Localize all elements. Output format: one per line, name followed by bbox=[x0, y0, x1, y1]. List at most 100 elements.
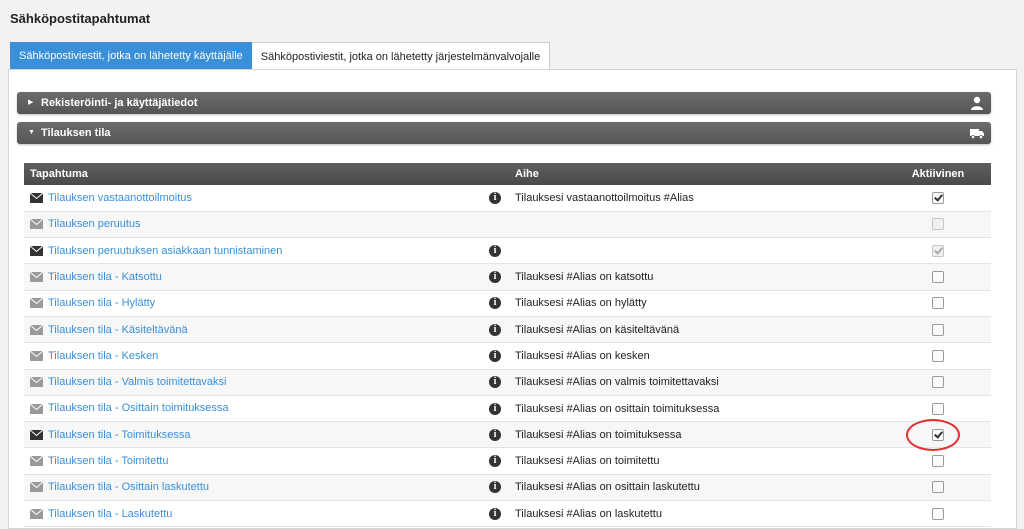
table-row: Tilauksen peruutus bbox=[24, 211, 991, 238]
active-checkbox[interactable] bbox=[932, 455, 944, 468]
header-event[interactable]: Tapahtuma bbox=[24, 163, 509, 185]
active-cell bbox=[885, 238, 991, 264]
table-row: Tilauksen vastaanottoilmoitus i Tilauksesi… bbox=[24, 185, 991, 212]
table-row: Tilauksen tila - Käsiteltävänä i Tilaukses… bbox=[24, 316, 991, 343]
envelope-icon bbox=[30, 482, 43, 493]
info-icon[interactable]: i bbox=[489, 428, 501, 441]
envelope-icon bbox=[30, 377, 43, 388]
subject-cell bbox=[509, 238, 885, 264]
info-icon[interactable]: i bbox=[489, 507, 501, 520]
caret-down-icon: ▼ bbox=[28, 129, 35, 136]
envelope-icon bbox=[30, 272, 43, 283]
active-cell bbox=[885, 474, 991, 500]
envelope-icon bbox=[30, 456, 43, 467]
info-icon[interactable]: i bbox=[489, 191, 501, 204]
subject-cell: Tilauksesi #Alias on käsiteltävänä bbox=[515, 323, 680, 336]
event-link[interactable]: Tilauksen tila - Toimituksessa bbox=[48, 429, 190, 441]
envelope-icon bbox=[30, 192, 43, 203]
event-cell: Tilauksen tila - Toimituksessa i bbox=[24, 422, 509, 448]
active-checkbox[interactable] bbox=[932, 191, 944, 204]
active-cell bbox=[885, 343, 991, 369]
active-checkbox[interactable] bbox=[932, 271, 944, 284]
event-link[interactable]: Tilauksen tila - Kesken bbox=[48, 350, 158, 362]
table-row: Tilauksen tila - Laskutettu i Tilauksesi #… bbox=[24, 501, 991, 527]
event-link[interactable]: Tilauksen peruutuksen asiakkaan tunnista… bbox=[48, 245, 282, 257]
envelope-icon bbox=[30, 429, 43, 440]
info-icon[interactable]: i bbox=[489, 455, 501, 468]
envelope-icon bbox=[30, 219, 43, 230]
event-link[interactable]: Tilauksen tila - Käsiteltävänä bbox=[48, 324, 188, 336]
table-row: Tilauksen tila - Katsottu i Tilauksesi #Al… bbox=[24, 263, 991, 291]
active-cell bbox=[885, 395, 991, 421]
active-checkbox[interactable] bbox=[932, 402, 944, 415]
active-checkbox bbox=[932, 218, 944, 231]
events-table: Tapahtuma Aihe Aktiivinen Tilauksen vast… bbox=[24, 163, 991, 527]
active-cell bbox=[885, 501, 991, 527]
event-cell: Tilauksen tila - Käsiteltävänä i bbox=[24, 316, 509, 342]
info-icon[interactable]: i bbox=[489, 244, 501, 257]
active-checkbox[interactable] bbox=[932, 297, 944, 310]
table-row: Tilauksen tila - Toimituksessa i Tilaukses… bbox=[24, 421, 991, 448]
tab-bar: Sähköpostiviestit, jotka on lähetetty kä… bbox=[10, 42, 551, 70]
user-icon bbox=[971, 96, 983, 110]
section-registration[interactable]: ▶ Rekisteröinti- ja käyttäjätiedot bbox=[17, 92, 991, 114]
subject-cell: Tilauksesi #Alias on katsottu bbox=[515, 271, 654, 284]
subject-cell: Tilauksesi #Alias on osittain laskutettu bbox=[515, 481, 700, 494]
section-label: Rekisteröinti- ja käyttäjätiedot bbox=[41, 97, 198, 109]
event-link[interactable]: Tilauksen tila - Hylätty bbox=[48, 297, 155, 309]
header-subject[interactable]: Aihe bbox=[509, 163, 885, 185]
event-link[interactable]: Tilauksen tila - Osittain laskutettu bbox=[48, 481, 209, 493]
header-active[interactable]: Aktiivinen bbox=[885, 163, 991, 185]
table-row: Tilauksen tila - Kesken i Tilauksesi #Alia… bbox=[24, 343, 991, 370]
event-link[interactable]: Tilauksen vastaanottoilmoitus bbox=[48, 192, 192, 204]
tab-admin-emails[interactable]: Sähköpostiviestit, jotka on lähetetty jä… bbox=[251, 42, 551, 70]
subject-cell: Tilauksesi #Alias on hylätty bbox=[515, 297, 647, 310]
active-checkbox[interactable] bbox=[932, 376, 944, 389]
active-cell bbox=[885, 211, 991, 237]
info-icon[interactable]: i bbox=[489, 376, 501, 389]
subject-cell: Tilauksesi vastaanottoilmoitus #Alias bbox=[515, 191, 694, 204]
active-cell bbox=[885, 369, 991, 395]
active-cell bbox=[885, 316, 991, 342]
active-checkbox[interactable] bbox=[932, 323, 944, 336]
event-link[interactable]: Tilauksen tila - Katsottu bbox=[48, 271, 162, 283]
event-cell: Tilauksen tila - Osittain laskutettu i bbox=[24, 474, 509, 500]
event-link[interactable]: Tilauksen peruutus bbox=[48, 218, 141, 230]
table-row: Tilauksen tila - Osittain toimituksessa i… bbox=[24, 395, 991, 422]
info-icon[interactable]: i bbox=[489, 271, 501, 284]
event-cell: Tilauksen tila - Laskutettu i bbox=[24, 501, 509, 527]
subject-cell: Tilauksesi #Alias on toimituksessa bbox=[515, 428, 682, 441]
active-cell bbox=[885, 422, 991, 448]
event-link[interactable]: Tilauksen tila - Osittain toimituksessa bbox=[48, 403, 229, 415]
event-link[interactable]: Tilauksen tila - Toimitettu bbox=[48, 455, 168, 467]
active-cell bbox=[885, 264, 991, 290]
info-icon[interactable]: i bbox=[489, 297, 501, 310]
active-checkbox[interactable] bbox=[932, 428, 944, 441]
tab-user-emails[interactable]: Sähköpostiviestit, jotka on lähetetty kä… bbox=[10, 42, 252, 70]
active-checkbox[interactable] bbox=[932, 507, 944, 520]
section-order-status[interactable]: ▼ Tilauksen tila bbox=[17, 122, 991, 144]
table-row: Tilauksen tila - Toimitettu i Tilauksesi #… bbox=[24, 448, 991, 475]
info-icon[interactable]: i bbox=[489, 481, 501, 494]
table-row: Tilauksen tila - Hylätty i Tilauksesi #Ali… bbox=[24, 290, 991, 317]
active-checkbox[interactable] bbox=[932, 481, 944, 494]
subject-cell: Tilauksesi #Alias on laskutettu bbox=[515, 507, 662, 520]
active-checkbox bbox=[932, 244, 944, 257]
info-icon[interactable]: i bbox=[489, 323, 501, 336]
subject-cell: Tilauksesi #Alias on kesken bbox=[515, 349, 650, 362]
envelope-icon bbox=[30, 508, 43, 519]
info-icon[interactable]: i bbox=[489, 349, 501, 362]
subject-cell bbox=[509, 211, 885, 237]
subject-cell: Tilauksesi #Alias on toimitettu bbox=[515, 455, 660, 468]
active-checkbox[interactable] bbox=[932, 349, 944, 362]
info-icon[interactable]: i bbox=[489, 402, 501, 415]
event-cell: Tilauksen peruutus bbox=[24, 211, 509, 237]
events-table-container: Tapahtuma Aihe Aktiivinen Tilauksen vast… bbox=[24, 163, 991, 527]
truck-icon bbox=[970, 129, 984, 139]
envelope-icon bbox=[30, 245, 43, 256]
event-link[interactable]: Tilauksen tila - Valmis toimitettavaksi bbox=[48, 376, 227, 388]
event-link[interactable]: Tilauksen tila - Laskutettu bbox=[48, 508, 172, 520]
active-cell bbox=[885, 448, 991, 474]
event-cell: Tilauksen tila - Kesken i bbox=[24, 343, 509, 369]
table-row: Tilauksen tila - Osittain laskutettu i Til… bbox=[24, 474, 991, 501]
